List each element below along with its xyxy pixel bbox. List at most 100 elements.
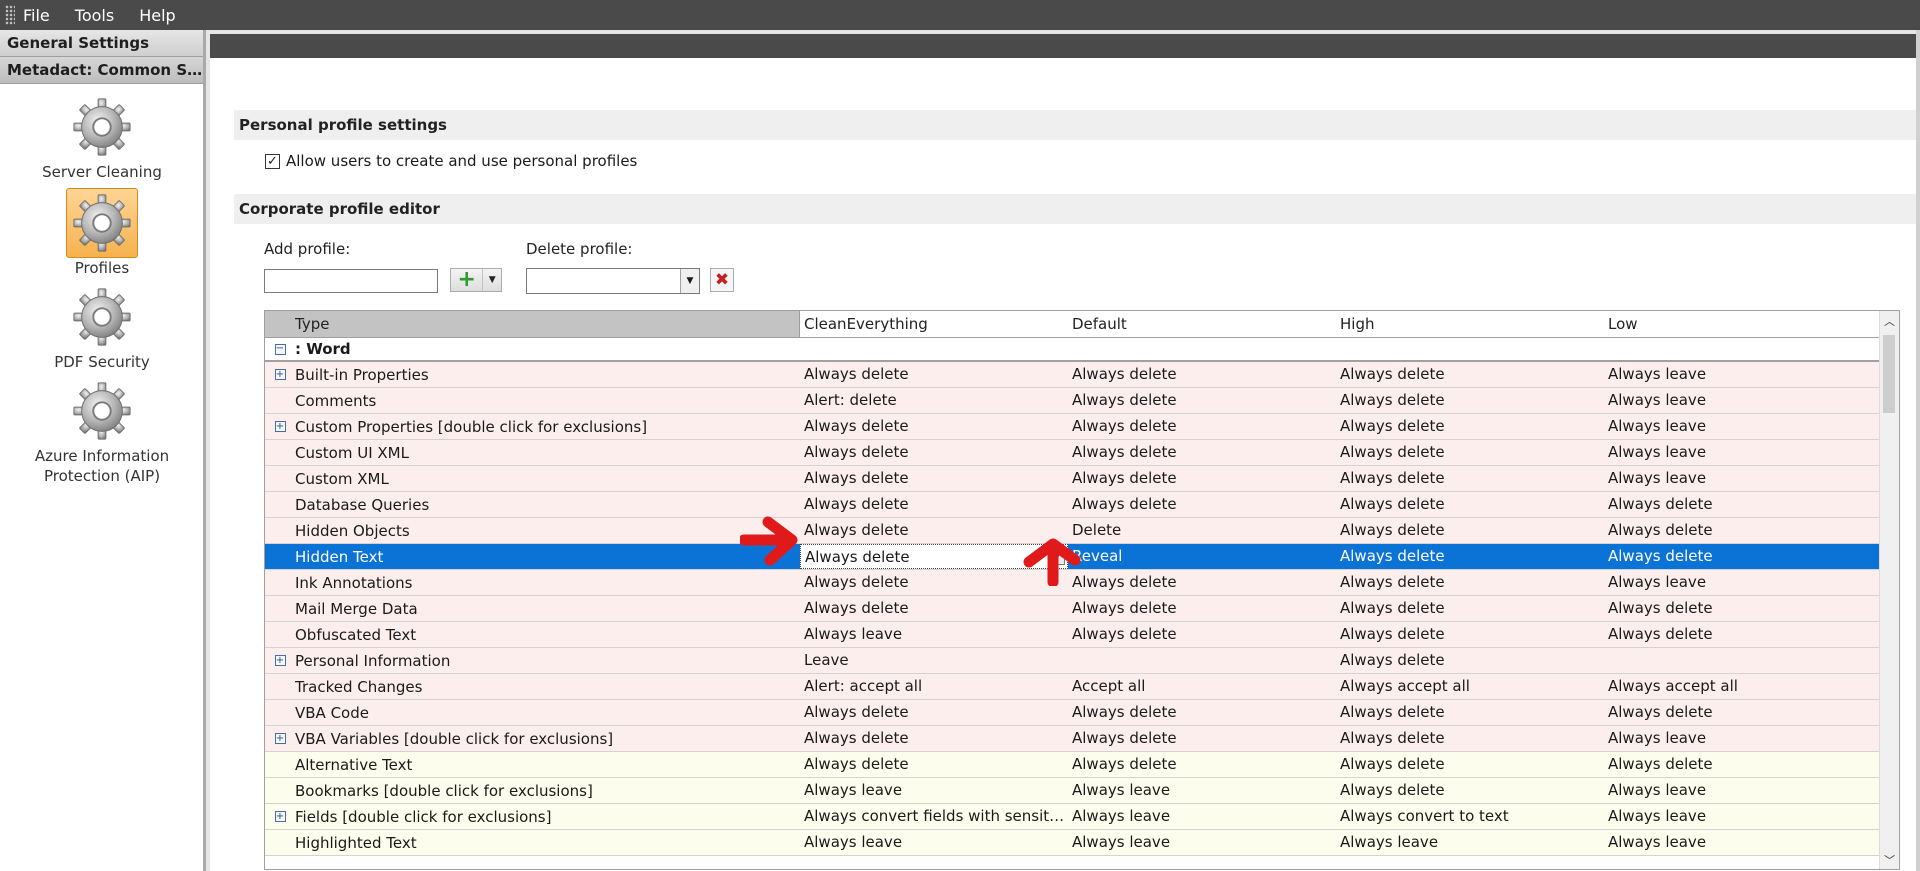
chevron-down-icon[interactable]: ▼ — [482, 269, 501, 291]
nav-header-general-settings[interactable]: General Settings — [0, 30, 203, 57]
type-cell[interactable]: Comments — [295, 392, 800, 410]
value-cell[interactable]: Always delete — [800, 492, 1068, 517]
value-cell[interactable]: Always delete — [1068, 700, 1336, 725]
value-cell[interactable] — [1604, 648, 1881, 673]
type-cell[interactable]: Custom Properties [double click for excl… — [295, 418, 800, 436]
expand-icon[interactable]: + — [274, 369, 286, 380]
value-cell[interactable]: Always delete — [1068, 440, 1336, 465]
value-cell[interactable]: Always delete — [1336, 596, 1604, 621]
table-row[interactable]: + Personal Information Leave Always delete — [265, 648, 1881, 674]
value-cell[interactable]: Always delete — [1068, 414, 1336, 439]
value-cell[interactable]: Always delete — [1604, 518, 1881, 543]
value-cell[interactable]: Always delete — [1336, 752, 1604, 777]
value-cell[interactable]: Always delete — [800, 466, 1068, 491]
value-cell[interactable]: Always leave — [1604, 414, 1881, 439]
menu-help[interactable]: Help — [139, 6, 175, 25]
table-row[interactable]: Custom XML Always delete Always delete Alwa… — [265, 466, 1881, 492]
value-cell[interactable]: Always leave — [800, 622, 1068, 647]
value-cell[interactable]: Always leave — [1604, 778, 1881, 803]
table-row[interactable]: Hidden Text Always delete ▼ Reveal Always de… — [265, 544, 1881, 570]
table-row[interactable]: + VBA Variables [double click for exclusi… — [265, 726, 1881, 752]
nav-item-server-cleaning[interactable]: Server Cleaning — [0, 92, 204, 182]
value-cell[interactable]: Always delete — [1336, 544, 1604, 569]
value-cell[interactable]: Alert: delete — [800, 388, 1068, 413]
type-cell[interactable]: VBA Variables [double click for exclusio… — [295, 730, 800, 748]
value-cell[interactable]: Always accept all — [1604, 674, 1881, 699]
table-row[interactable]: VBA Code Always delete Always delete Always… — [265, 700, 1881, 726]
type-cell[interactable]: Built-in Properties — [295, 366, 800, 384]
value-cell[interactable]: Always delete — [1604, 752, 1881, 777]
type-cell[interactable]: Alternative Text — [295, 756, 800, 774]
column-header-high[interactable]: High — [1336, 311, 1604, 337]
value-cell[interactable]: Always leave — [1068, 804, 1336, 829]
table-row[interactable]: Comments Alert: delete Always delete Always… — [265, 388, 1881, 414]
type-cell[interactable]: VBA Code — [295, 704, 800, 722]
type-cell[interactable]: Hidden Text — [295, 548, 800, 566]
type-cell[interactable]: Custom UI XML — [295, 444, 800, 462]
value-cell[interactable]: Always delete — [1604, 700, 1881, 725]
column-header-type[interactable]: Type — [265, 311, 800, 337]
type-cell[interactable]: Mail Merge Data — [295, 600, 800, 618]
value-cell[interactable]: Always delete — [1068, 752, 1336, 777]
column-header-cleaneverything[interactable]: CleanEverything — [800, 311, 1068, 337]
expand-icon[interactable]: + — [274, 421, 286, 432]
value-cell[interactable]: Always delete — [800, 752, 1068, 777]
value-cell[interactable]: Always delete — [1604, 492, 1881, 517]
table-row[interactable]: + Custom Properties [double click for exc… — [265, 414, 1881, 440]
value-cell[interactable]: Always delete — [800, 518, 1068, 543]
table-row[interactable]: Highlighted Text Always leave Always leave… — [265, 830, 1881, 856]
expand-icon[interactable]: + — [274, 811, 286, 822]
type-cell[interactable]: Custom XML — [295, 470, 800, 488]
value-cell[interactable]: Reveal — [1068, 544, 1336, 569]
expand-icon[interactable]: + — [274, 655, 286, 666]
value-cell[interactable]: Always leave — [1604, 440, 1881, 465]
value-cell[interactable]: Always delete — [1336, 570, 1604, 595]
scroll-up-icon[interactable]: ︿ — [1880, 311, 1899, 330]
value-cell[interactable]: Always delete — [1068, 388, 1336, 413]
table-row[interactable]: Hidden Objects Always delete Delete Always … — [265, 518, 1881, 544]
value-cell[interactable]: Always delete — [800, 570, 1068, 595]
value-cell[interactable]: Always delete — [1068, 596, 1336, 621]
allow-personal-profiles-row[interactable]: ✓ Allow users to create and use personal… — [265, 152, 637, 170]
column-header-low[interactable]: Low — [1604, 311, 1881, 337]
menu-tools[interactable]: Tools — [75, 6, 114, 25]
value-cell[interactable]: Always delete ▼ — [800, 544, 1068, 569]
value-cell[interactable]: Always leave — [1604, 466, 1881, 491]
value-cell[interactable]: Always delete — [1336, 622, 1604, 647]
value-cell[interactable]: Always delete — [800, 700, 1068, 725]
chevron-down-icon[interactable]: ▼ — [1049, 549, 1065, 565]
type-cell[interactable]: Ink Annotations — [295, 574, 800, 592]
value-cell[interactable]: Always delete — [1068, 362, 1336, 387]
nav-item-pdf-security[interactable]: PDF Security — [0, 282, 204, 372]
value-cell[interactable]: Always leave — [800, 830, 1068, 855]
table-row[interactable]: Custom UI XML Always delete Always delete A… — [265, 440, 1881, 466]
column-header-default[interactable]: Default — [1068, 311, 1336, 337]
delete-profile-select[interactable]: ▼ — [526, 268, 700, 294]
value-cell[interactable]: Always delete — [1604, 622, 1881, 647]
value-cell[interactable]: Always convert to text — [1336, 804, 1604, 829]
type-cell[interactable]: Personal Information — [295, 652, 800, 670]
value-cell[interactable]: Always delete — [1336, 492, 1604, 517]
value-cell[interactable]: Always delete — [1336, 388, 1604, 413]
value-cell[interactable]: Always delete — [1336, 648, 1604, 673]
table-row[interactable]: + Built-in Properties Always delete Always … — [265, 362, 1881, 388]
add-profile-input[interactable] — [264, 269, 438, 293]
value-cell[interactable]: Always delete — [1336, 362, 1604, 387]
value-cell[interactable]: Accept all — [1068, 674, 1336, 699]
value-cell[interactable]: Always leave — [1604, 726, 1881, 751]
type-cell[interactable]: Fields [double click for exclusions] — [295, 808, 800, 826]
value-cell[interactable]: Always leave — [1604, 804, 1881, 829]
value-cell[interactable]: Always delete — [800, 596, 1068, 621]
value-cell[interactable]: Always delete — [1068, 622, 1336, 647]
table-row[interactable]: Bookmarks [double click for exclusions] A… — [265, 778, 1881, 804]
table-row[interactable]: Tracked Changes Alert: accept all Accept a… — [265, 674, 1881, 700]
add-profile-button[interactable]: + ▼ — [450, 268, 502, 292]
table-row[interactable]: Mail Merge Data Always delete Always delet… — [265, 596, 1881, 622]
collapse-icon[interactable]: − — [274, 343, 286, 355]
table-row[interactable]: Ink Annotations Always delete Always delet… — [265, 570, 1881, 596]
type-cell[interactable]: Bookmarks [double click for exclusions] — [295, 782, 800, 800]
type-cell[interactable]: Tracked Changes — [295, 678, 800, 696]
value-cell[interactable]: Always delete — [1336, 726, 1604, 751]
value-cell[interactable]: Always delete — [800, 414, 1068, 439]
value-cell[interactable]: Always leave — [1604, 388, 1881, 413]
